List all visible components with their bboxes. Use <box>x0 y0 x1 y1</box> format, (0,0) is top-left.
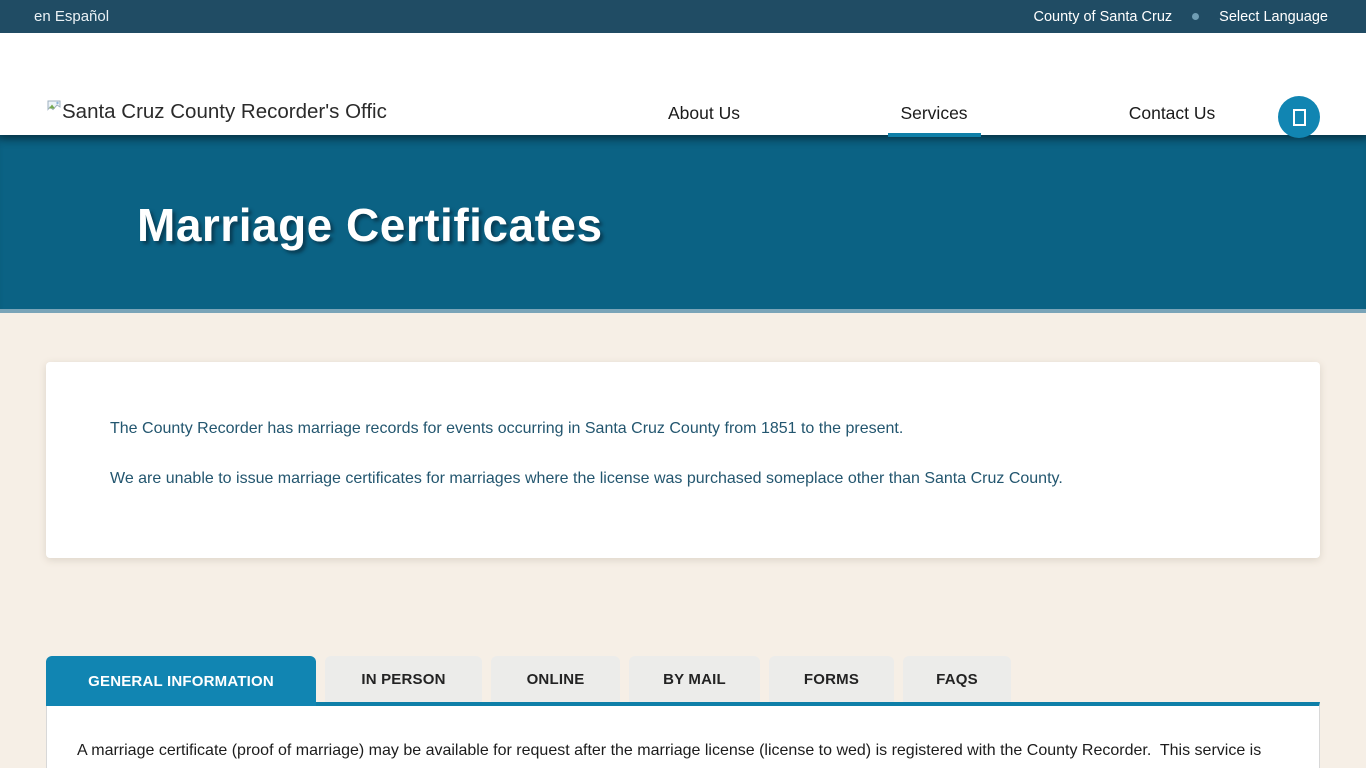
logo-alt-text: Santa Cruz County Recorder's Office <box>62 97 387 128</box>
tab-panel-paragraph: A marriage certificate (proof of marriag… <box>77 740 1289 762</box>
page-title: Marriage Certificates <box>137 198 603 252</box>
intro-paragraph-1: The County Recorder has marriage records… <box>110 418 1256 440</box>
select-language-link[interactable]: Select Language <box>1219 9 1328 25</box>
search-button[interactable] <box>1278 96 1320 138</box>
nav-contact-us[interactable]: Contact Us <box>1129 103 1216 124</box>
nav-about-us[interactable]: About Us <box>668 103 740 124</box>
tab-online[interactable]: ONLINE <box>491 656 620 702</box>
tab-forms[interactable]: FORMS <box>769 656 894 702</box>
tab-faqs[interactable]: FAQS <box>903 656 1011 702</box>
site-header: Santa Cruz County Recorder's Office Abou… <box>0 33 1366 135</box>
espanol-link[interactable]: en Español <box>34 8 109 25</box>
utility-bar-right: County of Santa Cruz Select Language <box>1034 9 1328 25</box>
search-icon <box>1293 109 1306 126</box>
intro-card: The County Recorder has marriage records… <box>46 362 1320 558</box>
intro-paragraph-2: We are unable to issue marriage certific… <box>110 468 1256 490</box>
nav-services[interactable]: Services <box>900 103 967 124</box>
dot-separator-icon <box>1192 13 1199 20</box>
active-nav-underline <box>888 133 981 137</box>
utility-bar: en Español County of Santa Cruz Select L… <box>0 0 1366 33</box>
logo-link[interactable]: Santa Cruz County Recorder's Office <box>46 97 387 128</box>
tab-general-information[interactable]: GENERAL INFORMATION <box>46 656 316 706</box>
tab-by-mail[interactable]: BY MAIL <box>629 656 760 702</box>
tab-panel-general-information: A marriage certificate (proof of marriag… <box>46 702 1320 768</box>
broken-image-icon <box>46 99 62 115</box>
county-link[interactable]: County of Santa Cruz <box>1034 9 1173 25</box>
hero-banner: Marriage Certificates <box>0 135 1366 313</box>
tab-bar: GENERAL INFORMATION IN PERSON ONLINE BY … <box>46 656 1011 706</box>
tab-in-person[interactable]: IN PERSON <box>325 656 482 702</box>
